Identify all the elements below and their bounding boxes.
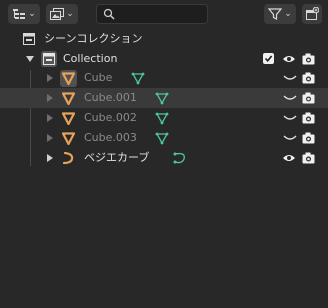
tree-item-cube-002[interactable]: Cube.002 <box>0 108 328 128</box>
scene-collection-row[interactable]: シーンコレクション <box>0 29 328 49</box>
expand-arrow-icon[interactable] <box>47 154 53 162</box>
tree-item-cube[interactable]: Cube <box>0 68 328 88</box>
eye-closed-icon[interactable] <box>283 94 297 102</box>
tree-item-cube-003[interactable]: Cube.003 <box>0 128 328 148</box>
tree-item-cube-001[interactable]: Cube.001 <box>0 88 328 108</box>
camera-icon[interactable] <box>302 92 315 104</box>
chevron-down-icon: ⌄ <box>28 8 36 19</box>
mesh-data-icon <box>155 112 169 125</box>
expand-arrow-icon[interactable] <box>47 114 53 122</box>
tree-item-bezier-curve[interactable]: ベジエカーブ <box>0 148 328 168</box>
filter-type-dropdown[interactable]: ⌄ <box>46 4 78 24</box>
expand-arrow-icon[interactable] <box>47 74 53 82</box>
mesh-data-icon <box>155 132 169 145</box>
collection-icon <box>43 53 55 65</box>
expand-arrow-icon[interactable] <box>26 56 34 62</box>
new-collection-button[interactable] <box>302 4 322 24</box>
scene-collection-icon <box>23 33 35 45</box>
expand-arrow-icon[interactable] <box>47 134 53 142</box>
eye-icon[interactable] <box>282 54 296 64</box>
object-name: Cube.002 <box>84 111 137 124</box>
eye-closed-icon[interactable] <box>283 134 297 142</box>
mesh-data-icon <box>131 72 145 85</box>
camera-icon[interactable] <box>302 53 315 65</box>
filter-popover-button[interactable]: ⌄ <box>264 4 296 24</box>
search-field[interactable] <box>96 4 208 24</box>
image-filter-icon <box>50 8 65 20</box>
mesh-object-icon <box>62 132 75 145</box>
eye-icon[interactable] <box>282 153 296 163</box>
outliner-display-mode-icon <box>13 9 26 19</box>
mesh-object-icon <box>62 112 75 125</box>
search-icon <box>103 8 115 20</box>
object-name: Cube <box>84 71 113 84</box>
mesh-object-icon <box>62 72 75 85</box>
checkbox-icon <box>264 55 273 63</box>
curve-object-icon <box>62 151 74 165</box>
camera-icon[interactable] <box>302 72 315 84</box>
eye-closed-icon[interactable] <box>283 74 297 82</box>
new-collection-icon <box>306 7 319 20</box>
object-name: ベジエカーブ <box>84 151 150 164</box>
camera-icon[interactable] <box>302 112 315 124</box>
camera-icon[interactable] <box>302 132 315 144</box>
search-input[interactable] <box>119 6 203 22</box>
object-name: Cube.001 <box>84 91 137 104</box>
scene-collection-label: シーンコレクション <box>44 32 143 45</box>
chevron-down-icon: ⌄ <box>66 8 74 19</box>
mesh-data-icon <box>155 92 169 105</box>
filter-funnel-icon <box>268 8 283 20</box>
chevron-down-icon: ⌄ <box>284 8 292 19</box>
collection-row[interactable]: Collection <box>0 49 328 69</box>
exclude-checkbox[interactable] <box>263 53 274 64</box>
curve-data-icon <box>173 152 185 164</box>
expand-arrow-icon[interactable] <box>47 94 53 102</box>
camera-icon[interactable] <box>302 152 315 164</box>
eye-closed-icon[interactable] <box>283 114 297 122</box>
display-mode-dropdown[interactable]: ⌄ <box>8 4 40 24</box>
outliner-header: ⌄ ⌄ ⌄ <box>0 0 328 28</box>
collection-label: Collection <box>63 52 118 65</box>
object-name: Cube.003 <box>84 131 137 144</box>
mesh-object-icon <box>62 92 75 105</box>
